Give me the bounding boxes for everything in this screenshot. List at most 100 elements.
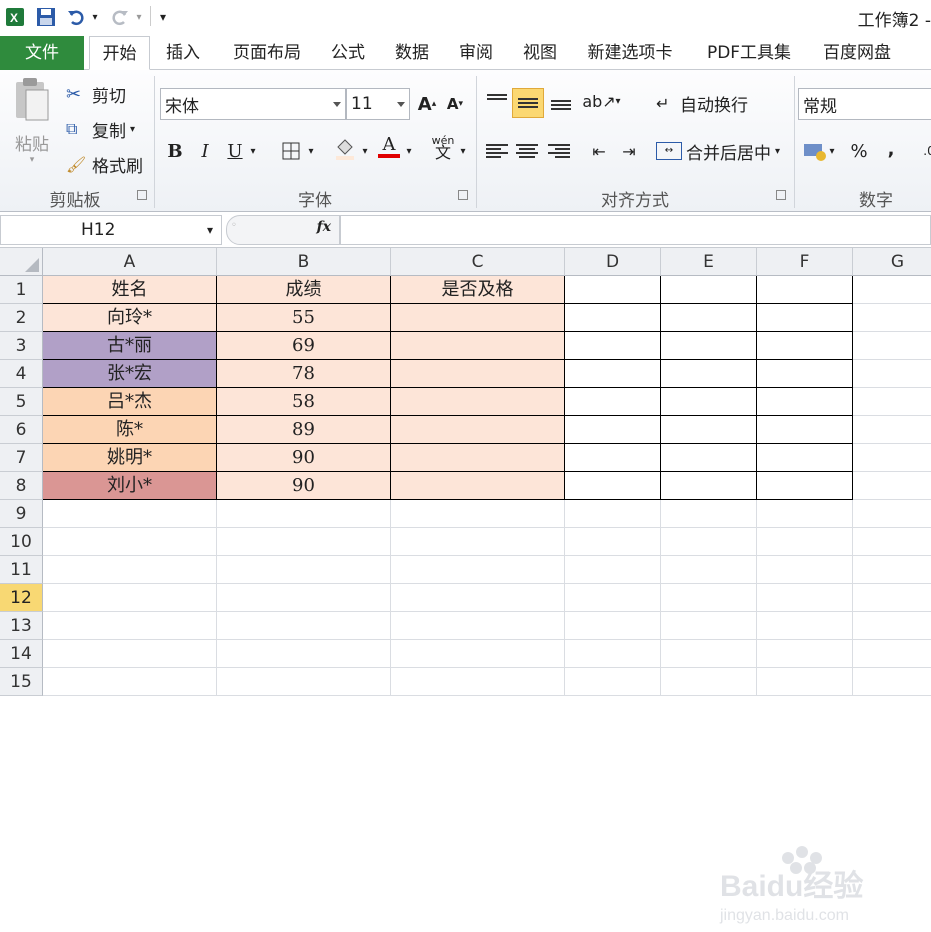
row-header-13[interactable]: 13 [0, 612, 43, 640]
cell-b8[interactable]: 90 [217, 472, 391, 500]
cell-d15[interactable] [565, 668, 661, 696]
cell-f2[interactable] [757, 304, 853, 332]
column-header-g[interactable]: G [853, 248, 931, 276]
cell-f7[interactable] [757, 444, 853, 472]
number-format-combo[interactable]: 常规 [798, 88, 931, 120]
cell-c12[interactable] [391, 584, 565, 612]
cell-b15[interactable] [217, 668, 391, 696]
tab-view[interactable]: 视图 [514, 36, 566, 70]
cell-c1[interactable]: 是否及格 [391, 276, 565, 304]
cell-g3[interactable] [853, 332, 931, 360]
insert-function-icon[interactable]: fx [317, 219, 331, 235]
phonetic-button[interactable]: wén 文 [430, 134, 456, 161]
tab-pdf-tools[interactable]: PDF工具集 [694, 36, 804, 70]
cell-e6[interactable] [661, 416, 757, 444]
shrink-font-icon[interactable]: A ▾ [442, 91, 468, 117]
row-header-15[interactable]: 15 [0, 668, 43, 696]
format-painter-button[interactable]: 🖌 格式刷 [66, 152, 143, 177]
row-header-10[interactable]: 10 [0, 528, 43, 556]
customize-toolbar-icon[interactable]: ▾ [156, 6, 170, 28]
cell-c5[interactable] [391, 388, 565, 416]
cell-c14[interactable] [391, 640, 565, 668]
alignment-launcher-icon[interactable] [776, 190, 786, 200]
row-header-4[interactable]: 4 [0, 360, 43, 388]
border-dropdown-icon[interactable]: ▾ [304, 138, 318, 164]
cell-b10[interactable] [217, 528, 391, 556]
increase-decimal-icon[interactable]: .0 [916, 138, 931, 164]
cell-b3[interactable]: 69 [217, 332, 391, 360]
cell-a10[interactable] [43, 528, 217, 556]
cell-a2[interactable]: 向玲* [43, 304, 217, 332]
tab-review[interactable]: 审阅 [450, 36, 502, 70]
tab-home[interactable]: 开始 [89, 36, 150, 70]
cell-b2[interactable]: 55 [217, 304, 391, 332]
cell-f15[interactable] [757, 668, 853, 696]
cell-g11[interactable] [853, 556, 931, 584]
cell-a14[interactable] [43, 640, 217, 668]
cell-a1[interactable]: 姓名 [43, 276, 217, 304]
italic-button[interactable]: I [192, 138, 218, 164]
cell-g7[interactable] [853, 444, 931, 472]
row-header-11[interactable]: 11 [0, 556, 43, 584]
tab-new[interactable]: 新建选项卡 [578, 36, 682, 70]
cell-d11[interactable] [565, 556, 661, 584]
phonetic-dropdown-icon[interactable]: ▾ [456, 138, 470, 164]
cell-e13[interactable] [661, 612, 757, 640]
cell-c4[interactable] [391, 360, 565, 388]
cell-a3[interactable]: 古*丽 [43, 332, 217, 360]
cell-c3[interactable] [391, 332, 565, 360]
cell-d13[interactable] [565, 612, 661, 640]
cell-f3[interactable] [757, 332, 853, 360]
row-header-3[interactable]: 3 [0, 332, 43, 360]
cell-g4[interactable] [853, 360, 931, 388]
cell-a12[interactable] [43, 584, 217, 612]
cell-b9[interactable] [217, 500, 391, 528]
name-box[interactable]: H12 ▾ [0, 215, 222, 245]
undo-icon[interactable] [64, 6, 88, 28]
cell-e12[interactable] [661, 584, 757, 612]
undo-dropdown-icon[interactable]: ▾ [90, 6, 100, 28]
tab-data[interactable]: 数据 [386, 36, 438, 70]
cell-e3[interactable] [661, 332, 757, 360]
cell-a5[interactable]: 吕*杰 [43, 388, 217, 416]
underline-button[interactable]: U [222, 138, 248, 164]
cell-d9[interactable] [565, 500, 661, 528]
cell-d4[interactable] [565, 360, 661, 388]
cell-a8[interactable]: 刘小* [43, 472, 217, 500]
cell-b7[interactable]: 90 [217, 444, 391, 472]
underline-dropdown-icon[interactable]: ▾ [246, 138, 260, 164]
cell-a6[interactable]: 陈* [43, 416, 217, 444]
fill-color-icon[interactable] [332, 136, 358, 162]
copy-button[interactable]: ⧉ 复制 ▾ [66, 117, 135, 142]
cell-d10[interactable] [565, 528, 661, 556]
cell-g1[interactable] [853, 276, 931, 304]
align-left-icon[interactable] [484, 138, 510, 164]
cell-f10[interactable] [757, 528, 853, 556]
cell-d1[interactable] [565, 276, 661, 304]
cell-c2[interactable] [391, 304, 565, 332]
cell-f4[interactable] [757, 360, 853, 388]
tab-page-layout[interactable]: 页面布局 [224, 36, 310, 70]
cell-e5[interactable] [661, 388, 757, 416]
tab-baidu-netdisk[interactable]: 百度网盘 [812, 36, 902, 70]
cell-c10[interactable] [391, 528, 565, 556]
cell-c11[interactable] [391, 556, 565, 584]
redo-icon[interactable] [108, 6, 132, 28]
cell-a11[interactable] [43, 556, 217, 584]
cell-c9[interactable] [391, 500, 565, 528]
border-icon[interactable] [278, 138, 304, 164]
redo-dropdown-icon[interactable]: ▾ [134, 6, 144, 28]
cell-g9[interactable] [853, 500, 931, 528]
font-name-combo[interactable]: 宋体 [160, 88, 346, 120]
cell-b14[interactable] [217, 640, 391, 668]
cell-d5[interactable] [565, 388, 661, 416]
clipboard-launcher-icon[interactable] [137, 190, 147, 200]
cell-e2[interactable] [661, 304, 757, 332]
cell-c13[interactable] [391, 612, 565, 640]
cell-c8[interactable] [391, 472, 565, 500]
cell-e10[interactable] [661, 528, 757, 556]
cell-g15[interactable] [853, 668, 931, 696]
cell-c6[interactable] [391, 416, 565, 444]
cell-e15[interactable] [661, 668, 757, 696]
decrease-indent-icon[interactable]: ⇤ [586, 138, 612, 164]
